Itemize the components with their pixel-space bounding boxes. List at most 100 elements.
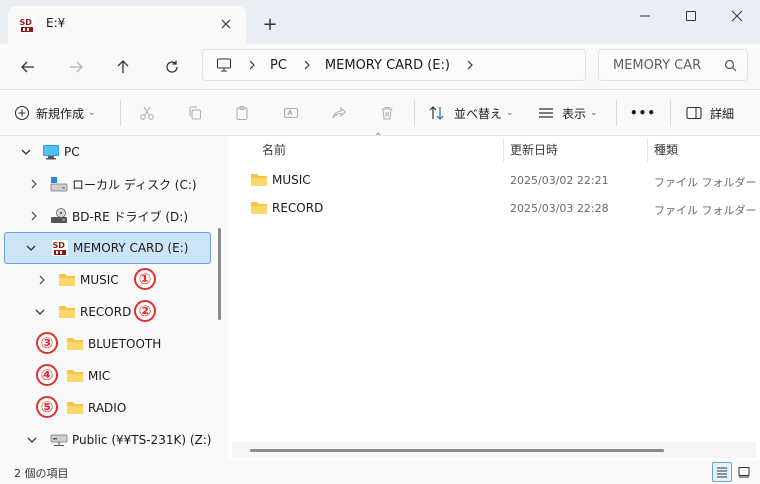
sort-button[interactable]: 並べ替え ⌄ xyxy=(428,98,514,128)
bd-drive-icon xyxy=(51,208,67,223)
annotation-marker-1: ① xyxy=(134,268,156,290)
folder-icon xyxy=(59,274,75,286)
sidebar-item-label: RECORD xyxy=(80,305,132,319)
folder-icon xyxy=(251,174,267,186)
command-bar: 新規作成 ⌄ 並べ替え ⌄ 表示 ⌄ ••• 詳細 xyxy=(0,90,760,136)
view-list-icon xyxy=(539,108,553,118)
sidebar-scrollbar[interactable] xyxy=(218,228,221,320)
chevron-right-icon[interactable] xyxy=(303,60,311,70)
details-view-button[interactable] xyxy=(712,462,732,482)
arrow-left-icon xyxy=(21,61,34,73)
file-date: 2025/03/02 22:21 xyxy=(510,174,609,187)
chevron-right-icon[interactable] xyxy=(466,60,474,70)
address-bar[interactable]: PC MEMORY CARD (E:) xyxy=(202,49,586,81)
scrollbar-thumb[interactable] xyxy=(250,449,664,452)
arrow-right-icon xyxy=(70,61,83,73)
file-type: ファイル フォルダー xyxy=(654,204,757,217)
chevron-right-icon[interactable] xyxy=(28,178,40,190)
minimize-button[interactable] xyxy=(622,0,668,32)
chevron-down-icon[interactable] xyxy=(20,146,32,158)
tab-title: E:¥ xyxy=(46,16,66,30)
annotation-marker-5: ⑤ xyxy=(36,396,58,418)
rename-button[interactable] xyxy=(276,98,306,128)
column-header-date[interactable]: 更新日時 xyxy=(510,136,558,162)
folder-icon xyxy=(251,202,267,214)
sort-ascending-icon: ⌃ xyxy=(374,132,383,143)
sidebar-item-radio[interactable]: RADIO xyxy=(0,392,214,424)
copy-icon xyxy=(189,106,202,120)
up-button[interactable] xyxy=(108,52,138,82)
close-window-button[interactable] xyxy=(714,0,760,32)
details-pane-button[interactable]: 詳細 xyxy=(686,98,734,128)
plus-circle-icon xyxy=(14,105,30,121)
horizontal-scrollbar[interactable] xyxy=(232,442,756,458)
trash-icon xyxy=(381,106,393,120)
sidebar-item-local-disk[interactable]: ローカル ディスク (C:) xyxy=(0,168,214,200)
sidebar-item-bluetooth[interactable]: BLUETOOTH xyxy=(0,328,214,360)
new-button[interactable]: 新規作成 ⌄ xyxy=(14,98,96,128)
table-row[interactable]: MUSIC 2025/03/02 22:21 ファイル フォルダー xyxy=(232,166,760,194)
rename-icon xyxy=(283,107,299,119)
file-type: ファイル フォルダー xyxy=(654,176,757,189)
paste-button[interactable] xyxy=(227,98,257,128)
folder-icon xyxy=(67,338,83,350)
file-date: 2025/03/03 22:28 xyxy=(510,202,609,215)
table-row[interactable]: RECORD 2025/03/03 22:28 ファイル フォルダー xyxy=(232,194,760,222)
chevron-down-icon[interactable] xyxy=(26,434,38,446)
view-label: 表示 xyxy=(562,106,587,121)
tab-current[interactable]: SD E:¥ xyxy=(8,6,246,44)
sort-label: 並べ替え xyxy=(454,106,503,121)
chevron-down-icon: ⌄ xyxy=(590,108,598,118)
column-divider[interactable] xyxy=(647,138,648,162)
drive-icon xyxy=(50,177,68,192)
refresh-button[interactable] xyxy=(157,52,187,82)
sidebar-item-record[interactable]: RECORD xyxy=(0,296,214,328)
tab-close-button[interactable] xyxy=(214,12,238,36)
folder-icon xyxy=(67,370,83,382)
sd-card-icon: SD xyxy=(19,17,35,33)
breadcrumb-memory-card[interactable]: MEMORY CARD (E:) xyxy=(325,58,450,73)
folder-icon xyxy=(59,306,75,318)
back-button[interactable] xyxy=(13,52,43,82)
sidebar-item-label: MUSIC xyxy=(80,273,119,287)
new-tab-button[interactable]: + xyxy=(258,12,282,36)
sidebar-item-pc[interactable]: PC xyxy=(0,136,214,168)
copy-button[interactable] xyxy=(180,98,210,128)
tiles-view-button[interactable] xyxy=(734,462,754,482)
column-header-type[interactable]: 種類 xyxy=(654,136,678,162)
sort-icon xyxy=(429,106,444,120)
delete-button[interactable] xyxy=(372,98,402,128)
more-options-button[interactable]: ••• xyxy=(630,98,656,128)
chevron-down-icon[interactable] xyxy=(25,242,37,254)
sidebar-item-label: Public (¥¥TS-231K) (Z:) xyxy=(72,433,212,447)
maximize-button[interactable] xyxy=(668,0,714,32)
sidebar-item-bd-drive[interactable]: BD-RE ドライブ (D:) xyxy=(0,200,214,232)
sidebar-item-public-network[interactable]: Public (¥¥TS-231K) (Z:) xyxy=(0,424,214,456)
forward-button[interactable] xyxy=(61,52,91,82)
chevron-right-icon[interactable] xyxy=(28,210,40,222)
breadcrumb-pc[interactable]: PC xyxy=(270,58,287,73)
column-header-name[interactable]: 名前 xyxy=(262,136,286,162)
network-drive-icon xyxy=(50,434,68,446)
divider xyxy=(120,100,121,126)
cut-button[interactable] xyxy=(132,98,162,128)
search-input[interactable]: MEMORY CAR xyxy=(598,49,748,81)
share-button[interactable] xyxy=(324,98,354,128)
file-name: MUSIC xyxy=(272,173,311,187)
sidebar-item-memory-card[interactable]: SD MEMORY CARD (E:) xyxy=(4,232,211,264)
column-divider[interactable] xyxy=(503,138,504,162)
chevron-down-icon: ⌄ xyxy=(88,108,96,118)
view-button[interactable]: 表示 ⌄ xyxy=(538,98,598,128)
sidebar-item-label: RADIO xyxy=(88,401,127,415)
search-icon xyxy=(724,59,737,72)
sidebar-item-mic[interactable]: MIC xyxy=(0,360,214,392)
navigation-pane: PC ローカル ディスク (C:) BD-RE ドライブ (D:) SD MEM… xyxy=(0,136,228,460)
chevron-right-icon[interactable] xyxy=(36,274,48,286)
status-bar: 2 個の項目 xyxy=(0,460,760,484)
divider xyxy=(670,100,671,126)
chevron-down-icon[interactable] xyxy=(34,306,46,318)
folder-icon xyxy=(67,402,83,414)
sidebar-item-music[interactable]: MUSIC xyxy=(0,264,214,296)
divider xyxy=(414,100,415,126)
chevron-right-icon[interactable] xyxy=(248,60,256,70)
